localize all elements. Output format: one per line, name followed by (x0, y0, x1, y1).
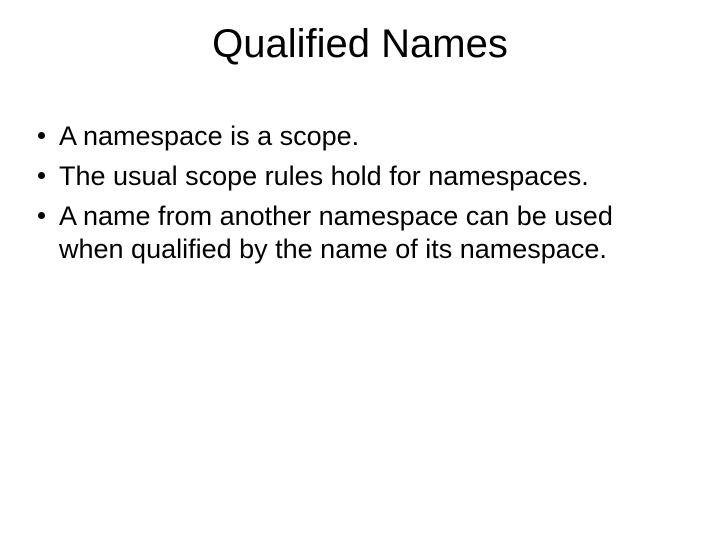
bullet-icon (38, 172, 45, 179)
slide: Qualified Names A namespace is a scope. … (0, 0, 720, 540)
list-item: The usual scope rules hold for namespace… (38, 160, 678, 194)
slide-title: Qualified Names (0, 22, 720, 67)
bullet-text: The usual scope rules hold for namespace… (59, 160, 678, 194)
list-item: A namespace is a scope. (38, 120, 678, 154)
slide-body: A namespace is a scope. The usual scope … (38, 120, 678, 273)
bullet-text: A namespace is a scope. (59, 120, 678, 154)
bullet-icon (38, 132, 45, 139)
list-item: A name from another namespace can be use… (38, 200, 678, 268)
bullet-icon (38, 212, 45, 219)
bullet-text: A name from another namespace can be use… (59, 200, 678, 268)
